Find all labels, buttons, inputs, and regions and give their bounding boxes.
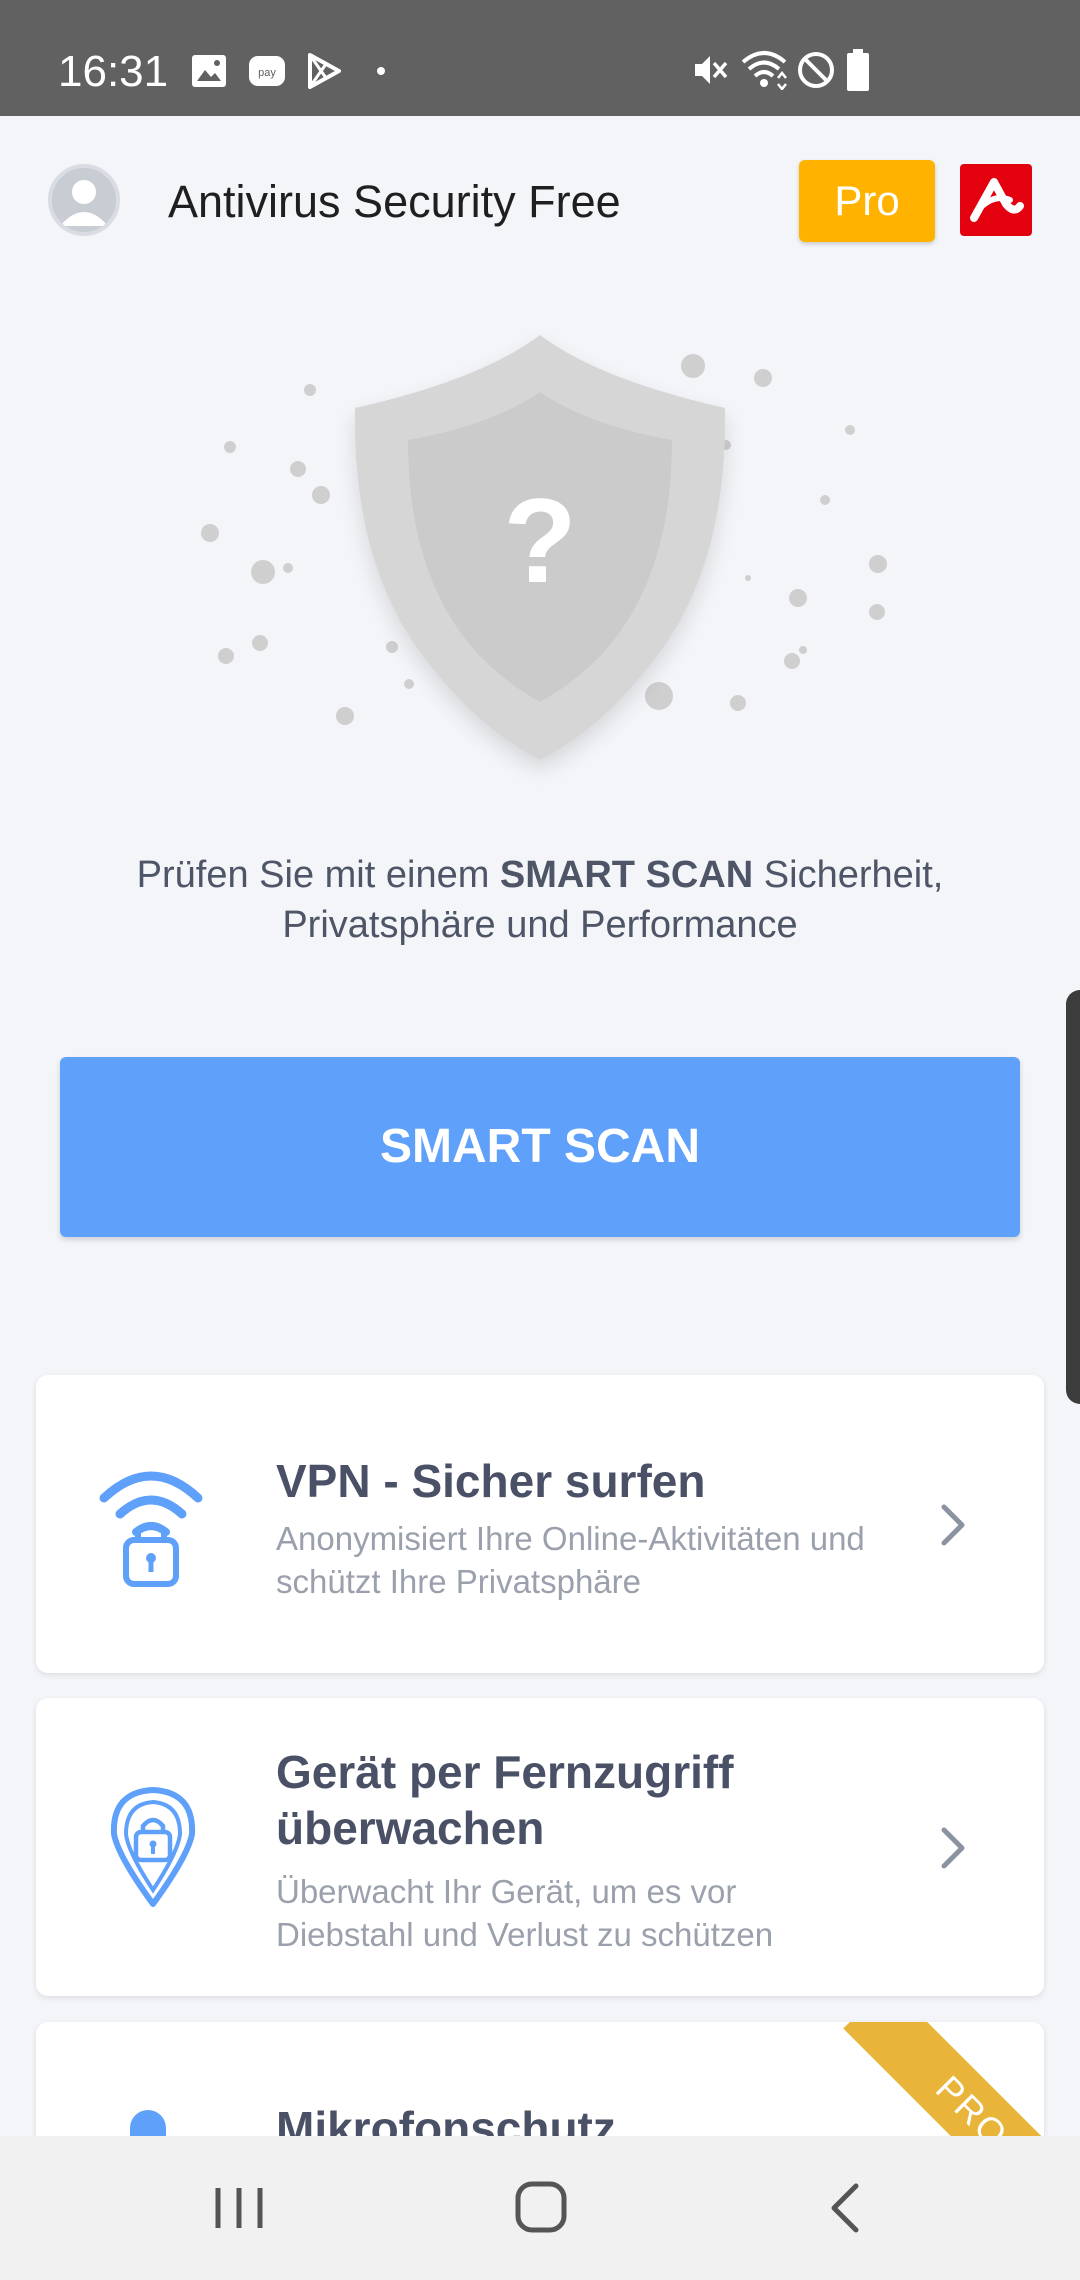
play-store-icon — [308, 53, 341, 89]
app-title: Antivirus Security Free — [168, 176, 621, 227]
scrollbar-handle[interactable] — [1066, 990, 1080, 1404]
avira-logo-icon — [970, 178, 1024, 222]
do-not-disturb-icon — [798, 52, 834, 88]
user-icon — [60, 180, 108, 226]
chevron-right-icon — [941, 1827, 965, 1869]
hero-description: Prüfen Sie mit einem SMART SCAN Sicherhe… — [60, 850, 1020, 950]
battery-icon — [847, 49, 869, 91]
pro-upgrade-button[interactable]: Pro — [799, 160, 935, 242]
vpn-card[interactable]: VPN - Sicher surfen Anonymisiert Ihre On… — [36, 1375, 1044, 1673]
hero-text-pre: Prüfen Sie mit einem — [136, 854, 500, 896]
wifi-icon — [741, 51, 787, 90]
dot-icon — [377, 67, 385, 75]
back-icon[interactable] — [800, 2176, 890, 2240]
profile-avatar[interactable] — [48, 164, 120, 236]
remote-monitoring-card[interactable]: Gerät per Fernzugriff überwachen Überwac… — [36, 1698, 1044, 1996]
system-nav-bar — [0, 2136, 1080, 2280]
remote-monitoring-card-title: Gerät per Fernzugriff überwachen — [276, 1746, 734, 1854]
remote-monitoring-card-description: Überwacht Ihr Gerät, um es vor Diebstahl… — [276, 1873, 774, 1953]
recent-apps-icon[interactable] — [194, 2176, 284, 2240]
brand-logo[interactable] — [960, 164, 1032, 236]
location-lock-icon — [110, 1787, 196, 1907]
mute-icon — [695, 56, 728, 84]
question-mark: ? — [503, 474, 576, 608]
status-time: 16:31 — [58, 47, 169, 96]
status-bar: 16:31 pay — [0, 0, 1080, 116]
hero-text-bold: SMART SCAN — [499, 854, 754, 896]
chevron-right-icon — [941, 1504, 965, 1546]
smart-scan-button[interactable]: SMART SCAN — [60, 1057, 1020, 1237]
home-icon[interactable] — [496, 2176, 586, 2240]
vpn-card-description: Anonymisiert Ihre Online-Aktivitäten und… — [276, 1520, 865, 1600]
svg-text:pay: pay — [258, 67, 276, 79]
pay-icon: pay — [249, 56, 285, 86]
vpn-card-title: VPN - Sicher surfen — [276, 1455, 706, 1507]
image-icon — [192, 55, 226, 87]
wifi-lock-icon — [99, 1471, 203, 1587]
shield-illustration: ? — [201, 335, 887, 760]
